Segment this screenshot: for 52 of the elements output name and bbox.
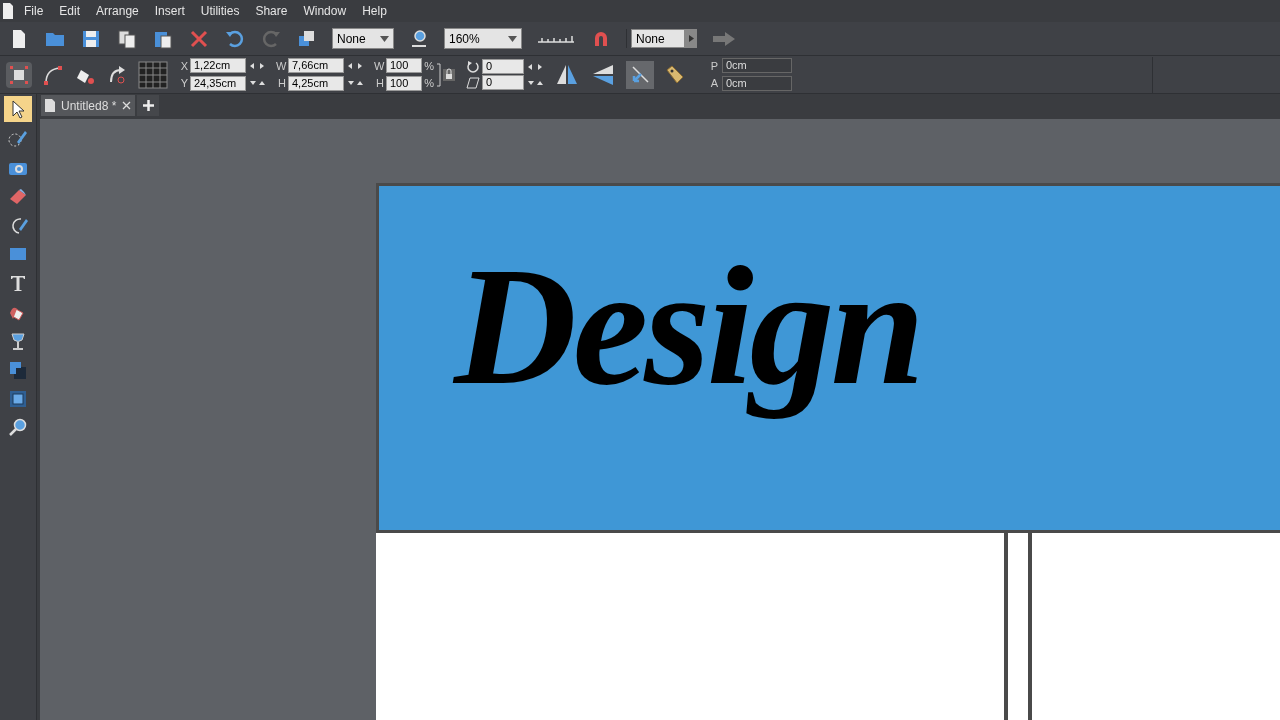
menu-item[interactable]: Utilities — [192, 2, 248, 20]
skew-field[interactable]: 0 — [482, 75, 524, 90]
curve-icon[interactable] — [42, 63, 64, 86]
field-label: A — [709, 76, 718, 91]
menu-item[interactable]: Share — [247, 2, 296, 20]
left-right-arrows-icon[interactable] — [526, 61, 544, 72]
caret-icon — [508, 35, 517, 42]
height-field[interactable]: 4,25cm — [288, 75, 344, 91]
document-tab[interactable]: Untitled8 * — [41, 95, 136, 116]
tag-icon[interactable] — [664, 63, 686, 86]
rotate-icon — [466, 59, 480, 74]
menu-item[interactable]: Window — [295, 2, 355, 20]
field-label: Y — [179, 76, 188, 91]
left-right-arrows-icon[interactable] — [346, 60, 364, 71]
percent-label: % — [424, 58, 434, 74]
heading: Design — [454, 231, 922, 422]
scale-height-field[interactable]: 100 — [386, 75, 422, 91]
node-select-icon[interactable] — [8, 63, 30, 86]
menu-item[interactable]: Insert — [146, 2, 193, 20]
grid-icon[interactable] — [138, 60, 168, 89]
field-label: W — [276, 58, 286, 74]
play-icon[interactable] — [685, 29, 697, 48]
field-label: H — [375, 76, 384, 91]
skew-icon — [466, 75, 480, 90]
field-label: H — [277, 76, 286, 91]
menu-item[interactable]: Edit — [51, 2, 89, 20]
a-field[interactable]: 0cm — [722, 75, 792, 91]
plus-icon — [142, 100, 154, 111]
close-icon[interactable] — [122, 101, 132, 110]
left-right-arrows-icon[interactable] — [248, 60, 266, 71]
x-position-field[interactable]: 1,22cm — [190, 58, 246, 74]
y-position-field[interactable]: 24,35cm — [190, 75, 246, 91]
document-icon — [45, 99, 55, 112]
field-label: P — [709, 58, 718, 74]
menu-item[interactable]: Help — [354, 2, 395, 20]
width-field[interactable]: 7,66cm — [288, 58, 344, 74]
menu-item[interactable]: File — [16, 2, 52, 20]
percent-label: % — [424, 76, 434, 91]
fill-mode-field[interactable]: None — [631, 29, 685, 48]
menu-item[interactable]: Arrange — [88, 2, 147, 20]
rotation-field[interactable]: 0 — [482, 59, 524, 74]
field-label: W — [374, 58, 384, 74]
field-label: X — [179, 58, 188, 74]
document-icon — [0, 2, 16, 20]
snap-toggle[interactable] — [626, 60, 654, 89]
p-field[interactable]: 0cm — [722, 58, 792, 74]
copy-icon[interactable] — [116, 27, 138, 50]
zoom-dropdown[interactable]: 160% — [444, 28, 522, 49]
caret-icon — [380, 35, 389, 42]
scale-width-field[interactable]: 100 — [386, 58, 422, 74]
new-tab-button[interactable] — [137, 95, 160, 116]
quality-dropdown[interactable]: None — [332, 28, 394, 49]
